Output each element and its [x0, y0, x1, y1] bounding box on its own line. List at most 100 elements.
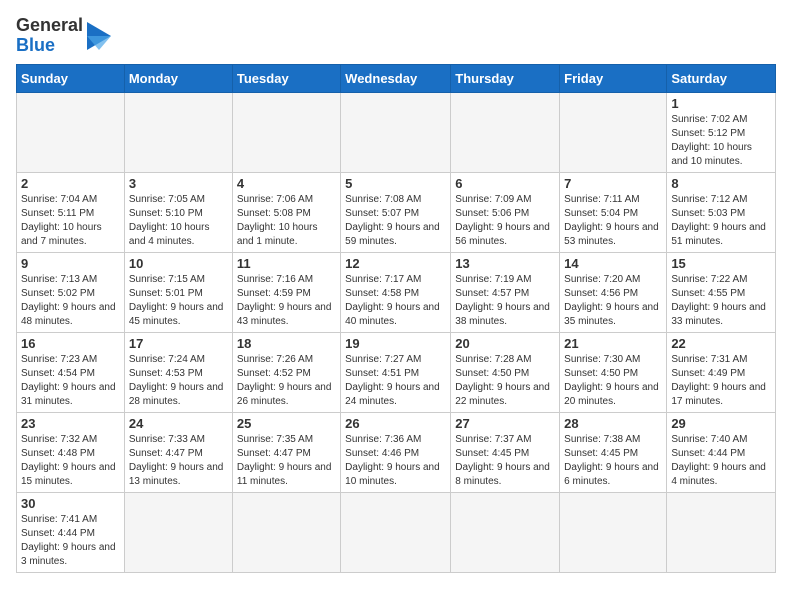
day-number: 14 — [564, 256, 662, 271]
day-info: Sunrise: 7:23 AM Sunset: 4:54 PM Dayligh… — [21, 353, 120, 409]
calendar-cell — [232, 492, 340, 572]
day-number: 6 — [455, 176, 555, 191]
day-number: 1 — [671, 96, 771, 111]
day-number: 12 — [345, 256, 446, 271]
calendar-cell: 18 Sunrise: 7:26 AM Sunset: 4:52 PM Dayli… — [232, 332, 340, 412]
day-info: Sunrise: 7:20 AM Sunset: 4:56 PM Dayligh… — [564, 273, 662, 329]
day-number: 17 — [129, 336, 228, 351]
calendar-cell: 1 Sunrise: 7:02 AM Sunset: 5:12 PM Daylig… — [667, 92, 776, 172]
day-number: 2 — [21, 176, 120, 191]
calendar-header-row: SundayMondayTuesdayWednesdayThursdayFrid… — [17, 64, 776, 92]
calendar-cell: 26 Sunrise: 7:36 AM Sunset: 4:46 PM Dayli… — [341, 412, 451, 492]
column-header-friday: Friday — [560, 64, 667, 92]
day-number: 4 — [237, 176, 336, 191]
column-header-wednesday: Wednesday — [341, 64, 451, 92]
day-info: Sunrise: 7:35 AM Sunset: 4:47 PM Dayligh… — [237, 433, 336, 489]
day-info: Sunrise: 7:02 AM Sunset: 5:12 PM Dayligh… — [671, 113, 771, 169]
day-info: Sunrise: 7:22 AM Sunset: 4:55 PM Dayligh… — [671, 273, 771, 329]
calendar-row-2: 9Sunrise: 7:13 AM Sunset: 5:02 PM Daylig… — [17, 252, 776, 332]
day-info: Sunrise: 7:38 AM Sunset: 4:45 PM Dayligh… — [564, 433, 662, 489]
page-header: General Blue — [16, 16, 776, 56]
day-info: Sunrise: 7:41 AM Sunset: 4:44 PM Dayligh… — [21, 513, 120, 569]
calendar-cell: 13 Sunrise: 7:19 AM Sunset: 4:57 PM Dayli… — [451, 252, 560, 332]
day-info: Sunrise: 7:32 AM Sunset: 4:48 PM Dayligh… — [21, 433, 120, 489]
calendar-cell: 6 Sunrise: 7:09 AM Sunset: 5:06 PM Daylig… — [451, 172, 560, 252]
calendar-cell — [341, 492, 451, 572]
calendar-cell: 19Sunrise: 7:27 AM Sunset: 4:51 PM Dayli… — [341, 332, 451, 412]
calendar-cell: 20Sunrise: 7:28 AM Sunset: 4:50 PM Dayli… — [451, 332, 560, 412]
calendar-cell: 9Sunrise: 7:13 AM Sunset: 5:02 PM Daylig… — [17, 252, 125, 332]
calendar-cell — [451, 92, 560, 172]
day-number: 13 — [455, 256, 555, 271]
day-info: Sunrise: 7:37 AM Sunset: 4:45 PM Dayligh… — [455, 433, 555, 489]
calendar-row-5: 30 Sunrise: 7:41 AM Sunset: 4:44 PM Dayli… — [17, 492, 776, 572]
day-number: 30 — [21, 496, 120, 511]
logo-blue: Blue — [16, 35, 55, 55]
column-header-saturday: Saturday — [667, 64, 776, 92]
day-info: Sunrise: 7:26 AM Sunset: 4:52 PM Dayligh… — [237, 353, 336, 409]
calendar-cell: 14 Sunrise: 7:20 AM Sunset: 4:56 PM Dayli… — [560, 252, 667, 332]
calendar-cell — [560, 92, 667, 172]
calendar-cell: 3Sunrise: 7:05 AM Sunset: 5:10 PM Daylig… — [124, 172, 232, 252]
day-number: 21 — [564, 336, 662, 351]
logo: General Blue — [16, 16, 117, 56]
calendar-cell: 27 Sunrise: 7:37 AM Sunset: 4:45 PM Dayli… — [451, 412, 560, 492]
day-info: Sunrise: 7:04 AM Sunset: 5:11 PM Dayligh… — [21, 193, 120, 249]
day-number: 29 — [671, 416, 771, 431]
day-info: Sunrise: 7:24 AM Sunset: 4:53 PM Dayligh… — [129, 353, 228, 409]
column-header-tuesday: Tuesday — [232, 64, 340, 92]
logo-wordmark: General Blue — [16, 16, 83, 56]
day-info: Sunrise: 7:05 AM Sunset: 5:10 PM Dayligh… — [129, 193, 228, 249]
calendar-cell — [560, 492, 667, 572]
calendar-cell — [451, 492, 560, 572]
day-info: Sunrise: 7:16 AM Sunset: 4:59 PM Dayligh… — [237, 273, 336, 329]
day-info: Sunrise: 7:19 AM Sunset: 4:57 PM Dayligh… — [455, 273, 555, 329]
calendar-cell — [17, 92, 125, 172]
day-info: Sunrise: 7:17 AM Sunset: 4:58 PM Dayligh… — [345, 273, 446, 329]
calendar-cell: 15 Sunrise: 7:22 AM Sunset: 4:55 PM Dayli… — [667, 252, 776, 332]
calendar-cell: 12 Sunrise: 7:17 AM Sunset: 4:58 PM Dayli… — [341, 252, 451, 332]
calendar-cell: 17 Sunrise: 7:24 AM Sunset: 4:53 PM Dayli… — [124, 332, 232, 412]
day-info: Sunrise: 7:09 AM Sunset: 5:06 PM Dayligh… — [455, 193, 555, 249]
day-info: Sunrise: 7:40 AM Sunset: 4:44 PM Dayligh… — [671, 433, 771, 489]
calendar-cell: 24 Sunrise: 7:33 AM Sunset: 4:47 PM Dayli… — [124, 412, 232, 492]
day-info: Sunrise: 7:15 AM Sunset: 5:01 PM Dayligh… — [129, 273, 228, 329]
calendar-row-1: 2 Sunrise: 7:04 AM Sunset: 5:11 PM Daylig… — [17, 172, 776, 252]
calendar-cell — [124, 92, 232, 172]
day-number: 27 — [455, 416, 555, 431]
column-header-thursday: Thursday — [451, 64, 560, 92]
day-number: 7 — [564, 176, 662, 191]
day-info: Sunrise: 7:36 AM Sunset: 4:46 PM Dayligh… — [345, 433, 446, 489]
calendar-cell: 23 Sunrise: 7:32 AM Sunset: 4:48 PM Dayli… — [17, 412, 125, 492]
day-number: 18 — [237, 336, 336, 351]
day-number: 20 — [455, 336, 555, 351]
calendar-cell: 29 Sunrise: 7:40 AM Sunset: 4:44 PM Dayli… — [667, 412, 776, 492]
calendar-cell: 30 Sunrise: 7:41 AM Sunset: 4:44 PM Dayli… — [17, 492, 125, 572]
day-number: 5 — [345, 176, 446, 191]
day-info: Sunrise: 7:13 AM Sunset: 5:02 PM Dayligh… — [21, 273, 120, 329]
day-info: Sunrise: 7:31 AM Sunset: 4:49 PM Dayligh… — [671, 353, 771, 409]
day-number: 24 — [129, 416, 228, 431]
day-number: 19 — [345, 336, 446, 351]
day-number: 26 — [345, 416, 446, 431]
day-number: 8 — [671, 176, 771, 191]
calendar-row-3: 16Sunrise: 7:23 AM Sunset: 4:54 PM Dayli… — [17, 332, 776, 412]
day-info: Sunrise: 7:33 AM Sunset: 4:47 PM Dayligh… — [129, 433, 228, 489]
day-number: 10 — [129, 256, 228, 271]
day-info: Sunrise: 7:06 AM Sunset: 5:08 PM Dayligh… — [237, 193, 336, 249]
calendar-cell: 22Sunrise: 7:31 AM Sunset: 4:49 PM Dayli… — [667, 332, 776, 412]
calendar-cell: 5 Sunrise: 7:08 AM Sunset: 5:07 PM Daylig… — [341, 172, 451, 252]
logo-triangle-icon — [87, 18, 117, 54]
day-number: 23 — [21, 416, 120, 431]
day-info: Sunrise: 7:12 AM Sunset: 5:03 PM Dayligh… — [671, 193, 771, 249]
calendar-cell: 4 Sunrise: 7:06 AM Sunset: 5:08 PM Daylig… — [232, 172, 340, 252]
calendar-cell: 16Sunrise: 7:23 AM Sunset: 4:54 PM Dayli… — [17, 332, 125, 412]
calendar-cell — [232, 92, 340, 172]
calendar-cell — [341, 92, 451, 172]
day-info: Sunrise: 7:08 AM Sunset: 5:07 PM Dayligh… — [345, 193, 446, 249]
day-number: 15 — [671, 256, 771, 271]
calendar-row-0: 1 Sunrise: 7:02 AM Sunset: 5:12 PM Daylig… — [17, 92, 776, 172]
day-info: Sunrise: 7:30 AM Sunset: 4:50 PM Dayligh… — [564, 353, 662, 409]
calendar-table: SundayMondayTuesdayWednesdayThursdayFrid… — [16, 64, 776, 573]
calendar-cell — [124, 492, 232, 572]
